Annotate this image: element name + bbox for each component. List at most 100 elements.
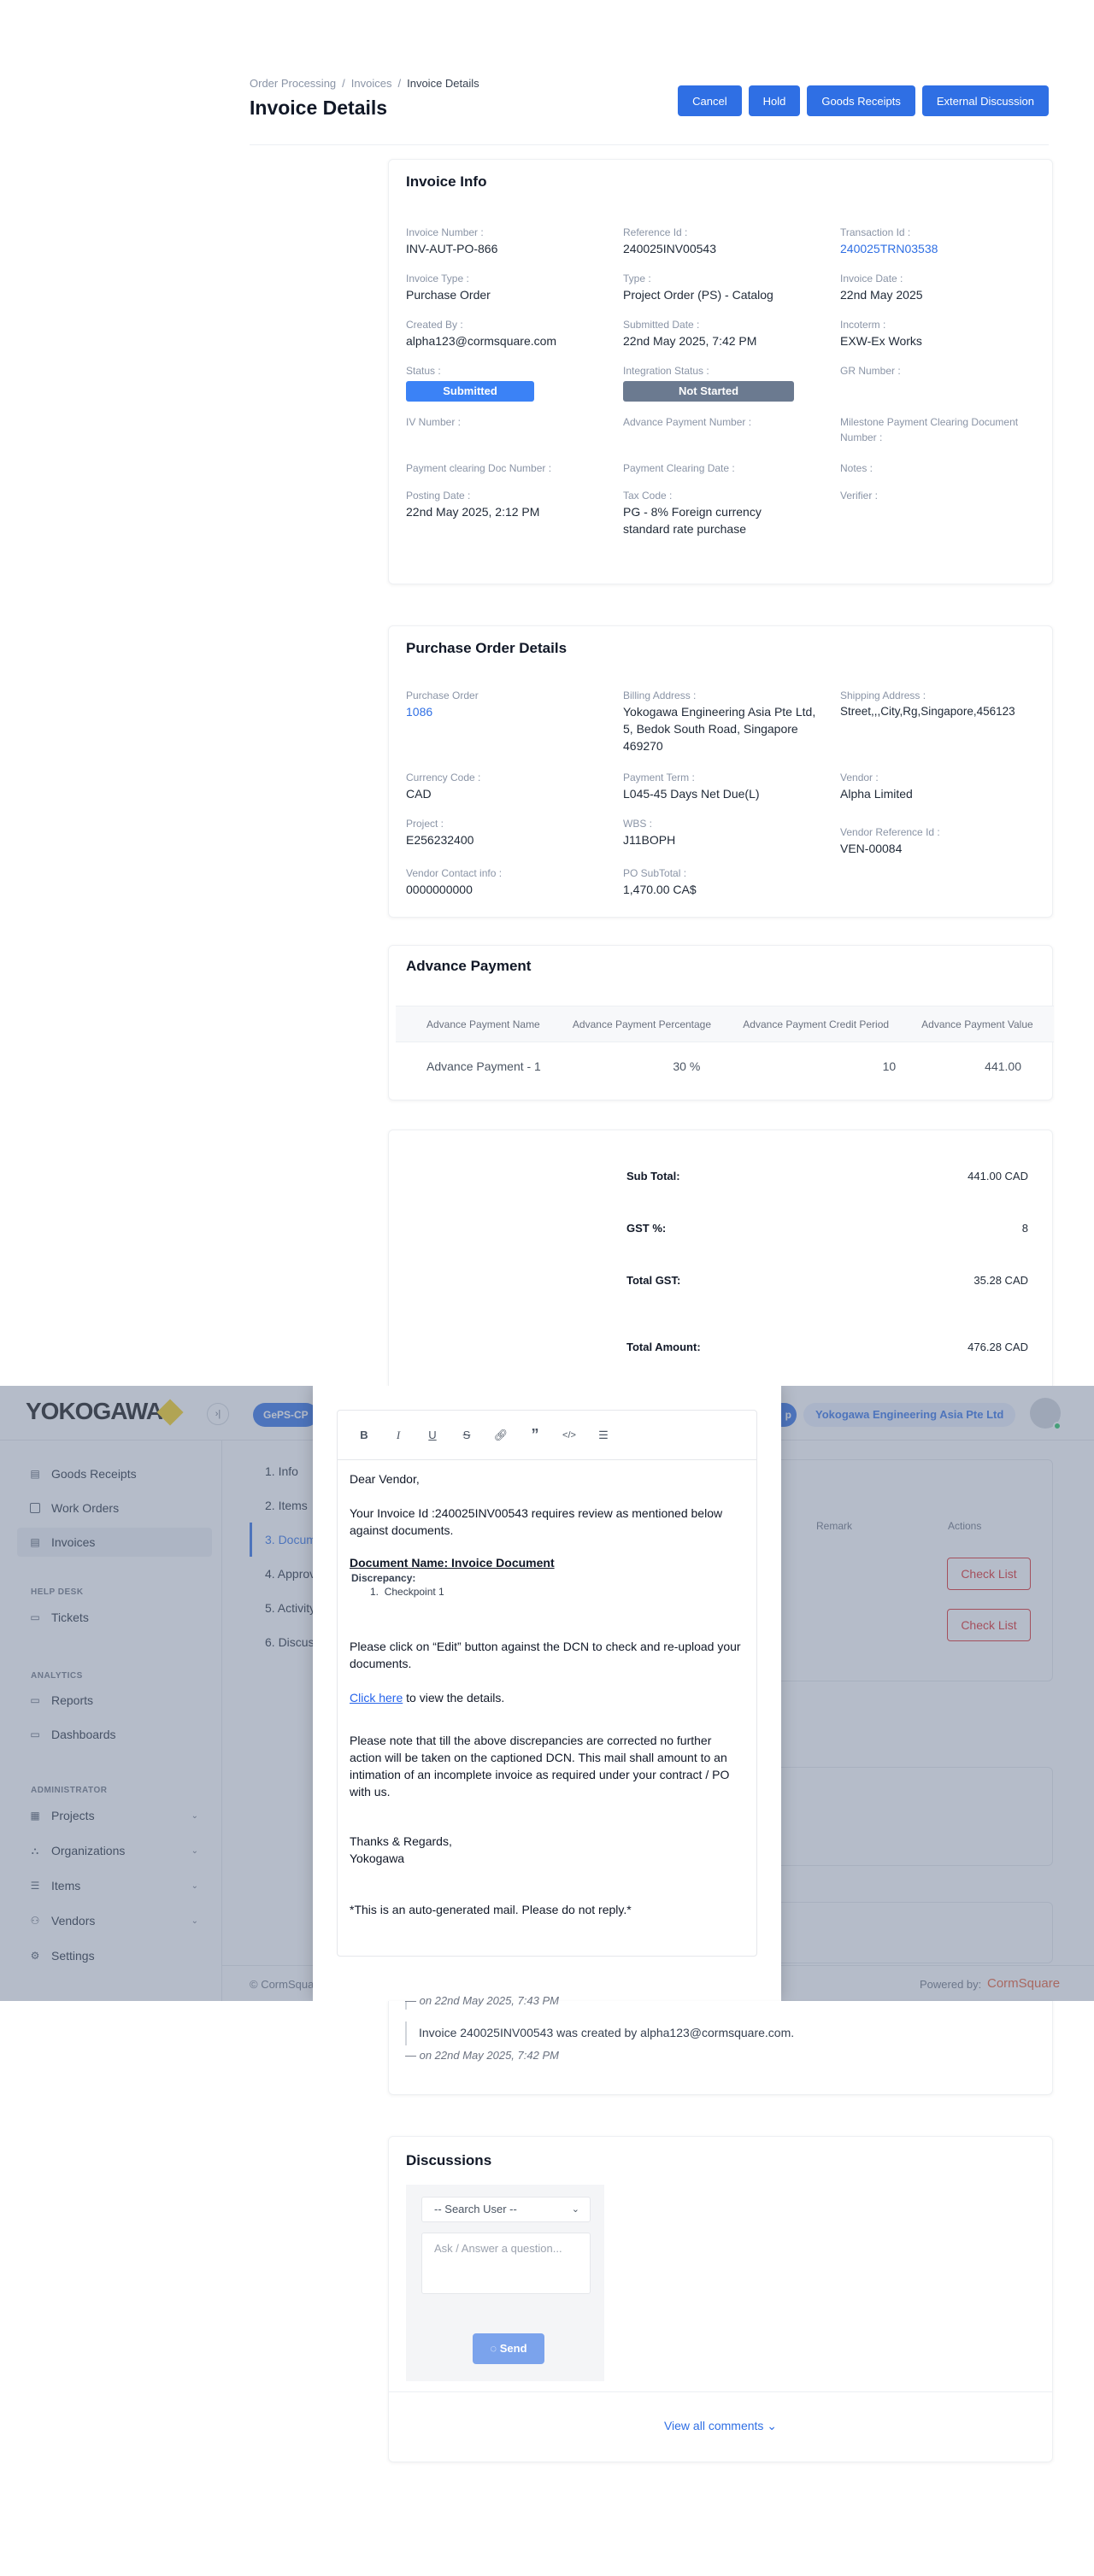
field-value: 240025INV00543 xyxy=(623,242,716,255)
field-invoice-date: Invoice Date : 22nd May 2025 xyxy=(840,271,1045,303)
field-created-by: Created By : alpha123@cormsquare.com xyxy=(406,317,611,349)
email-intro: Your Invoice Id :240025INV00543 requires… xyxy=(350,1506,723,1537)
field-value: L045-45 Days Net Due(L) xyxy=(623,787,760,801)
email-discrepancy: Discrepancy: 1. Checkpoint 1 xyxy=(351,1571,744,1599)
view-all-comments-link[interactable]: View all comments ⌄ xyxy=(389,2419,1052,2433)
purchase-order-link[interactable]: 1086 xyxy=(406,703,611,720)
email-body[interactable]: Dear Vendor, Your Invoice Id :240025INV0… xyxy=(338,1460,756,1928)
total-gst-value: 35.28 CAD xyxy=(973,1274,1028,1287)
field-value: alpha123@cormsquare.com xyxy=(406,334,557,348)
field-value: INV-AUT-PO-866 xyxy=(406,242,498,255)
field-vendor-contact: Vendor Contact info : 0000000000 xyxy=(406,866,611,898)
divider xyxy=(389,2391,1052,2392)
search-user-select[interactable]: -- Search User -- ⌄ xyxy=(421,2197,591,2222)
field-label: Vendor Reference Id : xyxy=(840,826,940,838)
field-value: CAD xyxy=(406,787,432,801)
transaction-id-link[interactable]: 240025TRN03538 xyxy=(840,240,1045,257)
external-discussion-button[interactable]: External Discussion xyxy=(921,85,1049,116)
timeline-bar xyxy=(405,2021,407,2045)
breadcrumb-invoices[interactable]: Invoices xyxy=(351,77,392,90)
email-spacer xyxy=(350,1599,744,1638)
field-value: E256232400 xyxy=(406,833,474,847)
page-header: Order Processing / Invoices / Invoice Detail… xyxy=(250,77,1049,145)
field-integration-status: Integration Status : Not Started xyxy=(623,363,828,402)
view-all-label: View all comments xyxy=(663,2419,764,2432)
field-label: Transaction Id : xyxy=(840,226,911,238)
email-preview-modal: B I U S 🔗︎ ” </> ☰ Dear Vendor, Your Inv… xyxy=(313,1386,781,2001)
field-payment-term: Payment Term : L045-45 Days Net Due(L) xyxy=(623,770,828,802)
field-project: Project : E256232400 xyxy=(406,816,611,848)
link-icon[interactable]: 🔗︎ xyxy=(493,1429,509,1442)
invoice-info-card: Invoice Info Invoice Number : INV-AUT-PO… xyxy=(388,159,1053,584)
field-label: Vendor Contact info : xyxy=(406,867,503,879)
field-label: Tax Code : xyxy=(623,490,673,502)
email-document-name: Document Name: Invoice Document xyxy=(350,1556,555,1570)
email-greeting: Dear Vendor, xyxy=(350,1472,420,1486)
field-label: Vendor : xyxy=(840,772,879,783)
field-value: 22nd May 2025, 2:12 PM xyxy=(406,505,540,519)
advance-payment-card: Advance Payment Advance Payment Name Adv… xyxy=(388,945,1054,1100)
email-auto-note: *This is an auto-generated mail. Please … xyxy=(350,1903,632,1916)
invoice-info-title: Invoice Info xyxy=(406,173,487,190)
send-button[interactable]: ◌ Send xyxy=(473,2333,544,2364)
breadcrumb-order-processing[interactable]: Order Processing xyxy=(250,77,336,90)
field-payment-clearing-doc: Payment clearing Doc Number : xyxy=(406,461,611,476)
rich-text-editor[interactable]: B I U S 🔗︎ ” </> ☰ Dear Vendor, Your Inv… xyxy=(337,1410,757,1957)
field-tax-code: Tax Code : PG - 8% Foreign currency stan… xyxy=(623,488,794,537)
field-value: Purchase Order xyxy=(406,288,491,302)
field-label: Milestone Payment Clearing Document Numb… xyxy=(840,416,1019,443)
po-details-card: Purchase Order Details Purchase Order 10… xyxy=(388,625,1053,918)
email-click-here-tail: to view the details. xyxy=(403,1691,505,1705)
field-notes: Notes : xyxy=(840,461,1045,476)
bold-icon[interactable]: B xyxy=(356,1429,372,1441)
field-posting-date: Posting Date : 22nd May 2025, 2:12 PM xyxy=(406,488,611,520)
italic-icon[interactable]: I xyxy=(391,1429,406,1442)
field-payment-clearing-date: Payment Clearing Date : xyxy=(623,461,828,476)
field-value: VEN-00084 xyxy=(840,842,903,855)
field-value: EXW-Ex Works xyxy=(840,334,922,348)
field-label: Currency Code : xyxy=(406,772,481,783)
cancel-button[interactable]: Cancel xyxy=(678,85,742,116)
discrepancy-label: Discrepancy: xyxy=(351,1572,416,1584)
underline-icon[interactable]: U xyxy=(425,1429,440,1441)
table-row: Advance Payment - 1 30 % 10 441.00 xyxy=(396,1042,1054,1090)
activity-entry: Invoice 240025INV00543 was created by al… xyxy=(419,2026,795,2039)
field-submitted-date: Submitted Date : 22nd May 2025, 7:42 PM xyxy=(623,317,828,349)
field-label: Billing Address : xyxy=(623,689,697,701)
breadcrumb-current: Invoice Details xyxy=(407,77,479,90)
send-label: Send xyxy=(499,2342,527,2355)
activity-card-lower xyxy=(388,2001,1053,2095)
field-reference-id: Reference Id : 240025INV00543 xyxy=(623,225,828,257)
code-icon[interactable]: </> xyxy=(562,1430,577,1441)
goods-receipts-button[interactable]: Goods Receipts xyxy=(807,85,915,116)
breadcrumb-separator: / xyxy=(342,77,345,90)
list-icon[interactable]: ☰ xyxy=(596,1429,611,1442)
hold-button[interactable]: Hold xyxy=(748,85,801,116)
discussion-composer: -- Search User -- ⌄ Ask / Answer a quest… xyxy=(406,2185,604,2381)
field-type: Type : Project Order (PS) - Catalog xyxy=(623,271,828,303)
activity-entry-meta: — on 22nd May 2025, 7:42 PM xyxy=(405,2049,559,2062)
field-label: Verifier : xyxy=(840,490,879,502)
field-invoice-number: Invoice Number : INV-AUT-PO-866 xyxy=(406,225,611,257)
click-here-link[interactable]: Click here xyxy=(350,1691,403,1705)
column-header: Advance Payment Name xyxy=(396,1006,564,1042)
field-value: 1,470.00 CA$ xyxy=(623,883,697,896)
table-header-row: Advance Payment Name Advance Payment Per… xyxy=(396,1006,1054,1042)
field-label: GR Number : xyxy=(840,365,901,377)
question-input[interactable]: Ask / Answer a question... xyxy=(421,2233,591,2294)
header-actions: Cancel Hold Goods Receipts External Disc… xyxy=(678,85,1049,116)
field-label: Type : xyxy=(623,273,651,285)
field-shipping-address: Shipping Address : Street,,,City,Rg,Sing… xyxy=(840,688,1045,720)
cell-value: 441.00 xyxy=(985,1059,1021,1073)
email-edit-note: Please click on “Edit” button against th… xyxy=(350,1640,741,1670)
field-label: Posting Date : xyxy=(406,490,471,502)
chevron-down-icon: ⌄ xyxy=(571,2204,579,2215)
discussions-title: Discussions xyxy=(406,2152,492,2168)
quote-icon[interactable]: ” xyxy=(527,1426,543,1444)
search-user-placeholder: -- Search User -- xyxy=(434,2203,517,2215)
field-label: Payment Term : xyxy=(623,772,695,783)
total-gst-row: Total GST: 35.28 CAD xyxy=(626,1274,1028,1287)
field-label: Status : xyxy=(406,365,441,377)
email-signature: Yokogawa xyxy=(350,1851,405,1865)
strikethrough-icon[interactable]: S xyxy=(459,1429,474,1441)
